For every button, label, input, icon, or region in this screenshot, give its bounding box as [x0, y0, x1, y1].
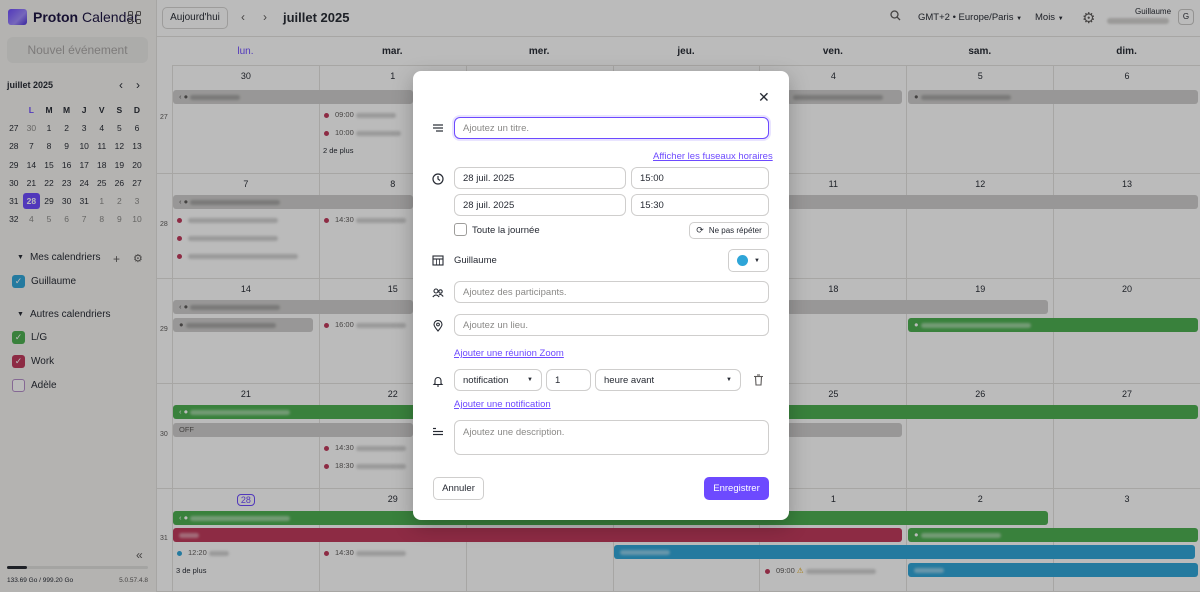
participants-icon: [432, 288, 444, 298]
show-timezones-link[interactable]: Afficher les fuseaux horaires: [653, 151, 773, 162]
all-day-label: Toute la journée: [472, 225, 540, 236]
location-input[interactable]: Ajoutez un lieu.: [454, 314, 769, 336]
title-input[interactable]: Ajoutez un titre.: [454, 117, 769, 139]
notification-value-input[interactable]: 1: [546, 369, 591, 391]
end-date-input[interactable]: 28 juil. 2025: [454, 194, 626, 216]
all-day-checkbox[interactable]: [454, 223, 467, 236]
repeat-button[interactable]: ⟳ Ne pas répéter: [689, 222, 769, 239]
create-event-dialog: ✕ Ajoutez un titre. Afficher les fuseaux…: [413, 71, 789, 520]
add-zoom-link[interactable]: Ajouter une réunion Zoom: [454, 348, 564, 359]
location-icon: [433, 320, 443, 332]
end-time-input[interactable]: 15:30: [631, 194, 769, 216]
chevron-down-icon: ▼: [527, 377, 533, 383]
description-textarea[interactable]: Ajoutez une description.: [454, 420, 769, 455]
calendar-name: Guillaume: [454, 255, 497, 266]
notification-unit-select[interactable]: heure avant ▼: [595, 369, 741, 391]
cancel-button[interactable]: Annuler: [433, 477, 484, 500]
bell-icon: [432, 377, 444, 387]
chevron-down-icon: ▼: [726, 377, 732, 383]
description-icon: [433, 427, 443, 436]
add-notification-link[interactable]: Ajouter une notification: [454, 399, 551, 410]
start-date-input[interactable]: 28 juil. 2025: [454, 167, 626, 189]
repeat-icon: ⟳: [696, 225, 704, 235]
repeat-label: Ne pas répéter: [708, 226, 762, 235]
notification-type-label: notification: [463, 374, 509, 386]
notification-unit-label: heure avant: [604, 374, 655, 386]
chevron-down-icon: ▼: [754, 257, 760, 264]
calendar-icon: [432, 255, 444, 266]
start-time-input[interactable]: 15:00: [631, 167, 769, 189]
clock-icon: [432, 173, 444, 185]
title-icon: [433, 124, 443, 132]
close-icon[interactable]: ✕: [758, 89, 770, 106]
calendar-color-select[interactable]: ▼: [728, 249, 769, 272]
participants-input[interactable]: Ajoutez des participants.: [454, 281, 769, 303]
color-swatch: [737, 255, 749, 266]
trash-icon[interactable]: [753, 374, 764, 386]
notification-type-select[interactable]: notification ▼: [454, 369, 542, 391]
save-button[interactable]: Enregistrer: [704, 477, 769, 500]
